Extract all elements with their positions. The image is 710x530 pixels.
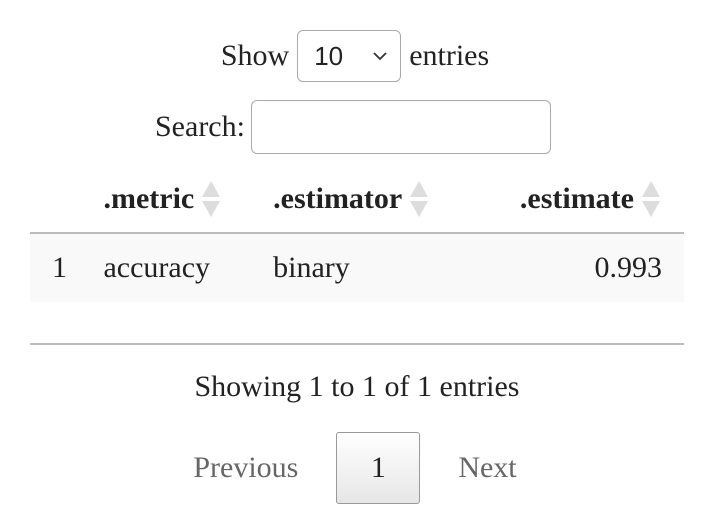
sort-both-icon [640,179,662,219]
page-1-button[interactable]: 1 [336,432,421,504]
length-suffix-label: entries [409,39,490,72]
column-header-metric-label: .metric [103,181,195,215]
column-header-index [30,165,104,234]
column-header-metric[interactable]: .metric [103,165,274,234]
entries-per-page-select[interactable]: 10 [297,30,402,82]
length-prefix-label: Show [220,39,290,72]
results-table: .metric .estimator .estimate 1 accuracy … [30,165,684,302]
column-header-estimate-label: .estimate [519,181,634,215]
table-header-row: .metric .estimator .estimate [30,165,684,234]
sort-both-icon [408,179,430,219]
pagination: Previous 1 Next [0,432,710,504]
estimator-cell: binary [273,251,350,284]
search-control: Search: [155,100,551,154]
results-table-wrapper: .metric .estimator .estimate 1 accuracy … [30,165,684,302]
sort-both-icon [200,179,222,219]
table-row: 1 accuracy binary 0.993 [30,233,684,302]
next-page-button[interactable]: Next [438,451,536,485]
estimate-cell: 0.993 [594,251,663,284]
chevron-down-icon [370,46,390,66]
column-header-estimator[interactable]: .estimator [273,165,483,234]
table-bottom-divider [30,343,684,345]
datatable-widget: Show 10 entries Search: .metric .estimat… [0,0,710,530]
column-header-estimator-label: .estimator [273,181,403,215]
previous-page-button[interactable]: Previous [173,451,318,485]
length-control: Show 10 entries [0,30,710,82]
search-label: Search: [155,110,245,143]
row-index-cell: 1 [52,251,67,284]
entries-per-page-value: 10 [314,40,344,71]
metric-cell: accuracy [103,251,211,284]
table-info-text: Showing 1 to 1 of 1 entries [194,370,520,403]
search-input[interactable] [250,100,551,154]
column-header-estimate[interactable]: .estimate [482,165,684,234]
